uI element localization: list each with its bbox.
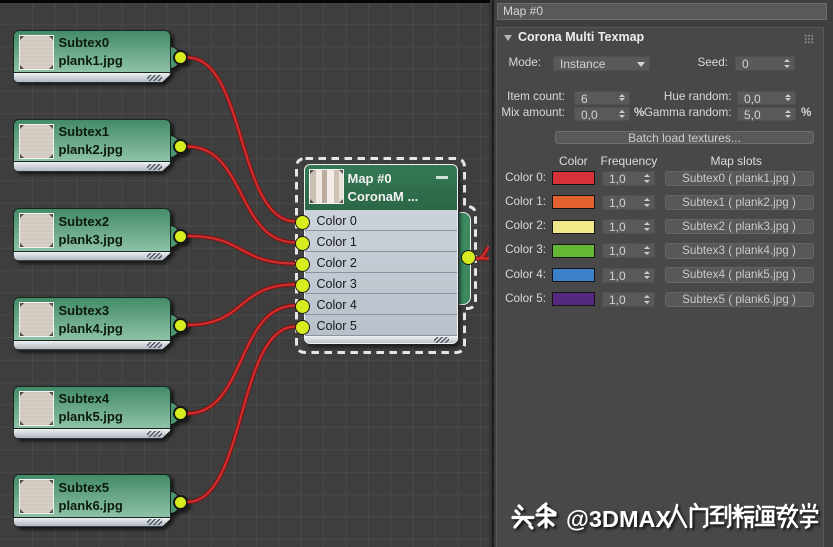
svg-text:@3DMAX: @3DMAX (566, 506, 672, 532)
